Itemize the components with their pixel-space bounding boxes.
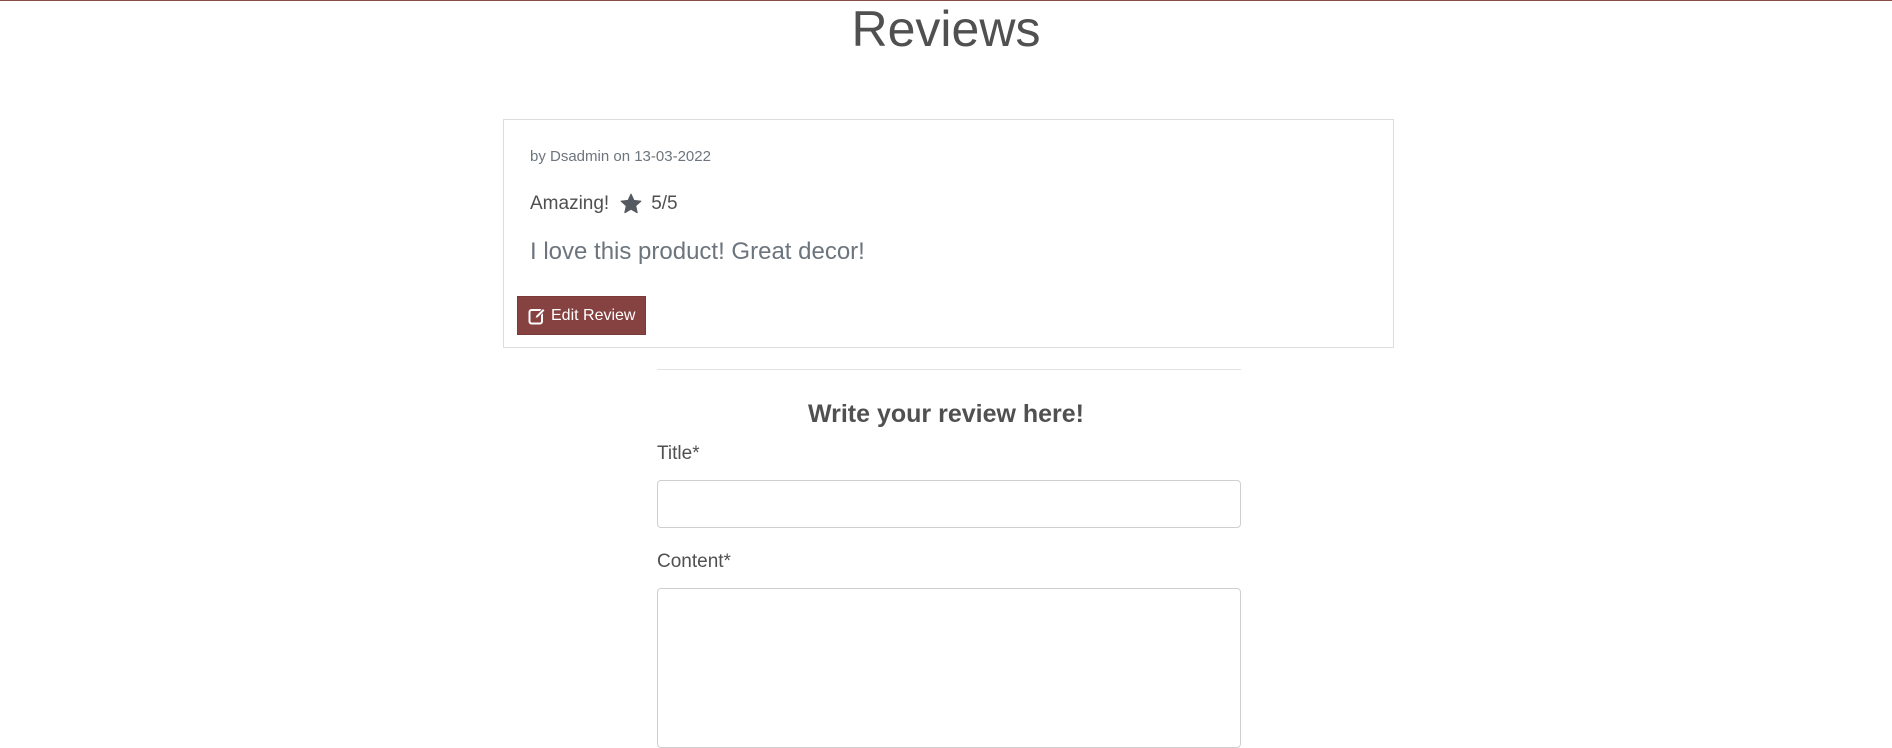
edit-icon <box>528 307 546 325</box>
review-title: Amazing! <box>530 193 610 214</box>
content-textarea[interactable] <box>657 588 1241 748</box>
title-input[interactable] <box>657 480 1241 528</box>
edit-review-button[interactable]: Edit Review <box>517 296 647 335</box>
content-label: Content* <box>657 551 731 572</box>
review-rating: 5/5 <box>651 193 678 214</box>
review-form-heading: Write your review here! <box>807 400 1085 428</box>
review-heading: Amazing! 5/5 <box>530 192 678 216</box>
title-label: Title* <box>657 443 700 464</box>
review-card: by Dsadmin on 13-03-2022 Amazing! 5/5 I … <box>503 119 1394 348</box>
divider <box>657 369 1241 370</box>
edit-review-label: Edit Review <box>551 306 636 324</box>
review-body: I love this product! Great decor! <box>530 238 865 265</box>
page-title: Reviews <box>851 1 1041 57</box>
star-icon <box>619 192 643 216</box>
review-meta: by Dsadmin on 13-03-2022 <box>530 148 711 165</box>
